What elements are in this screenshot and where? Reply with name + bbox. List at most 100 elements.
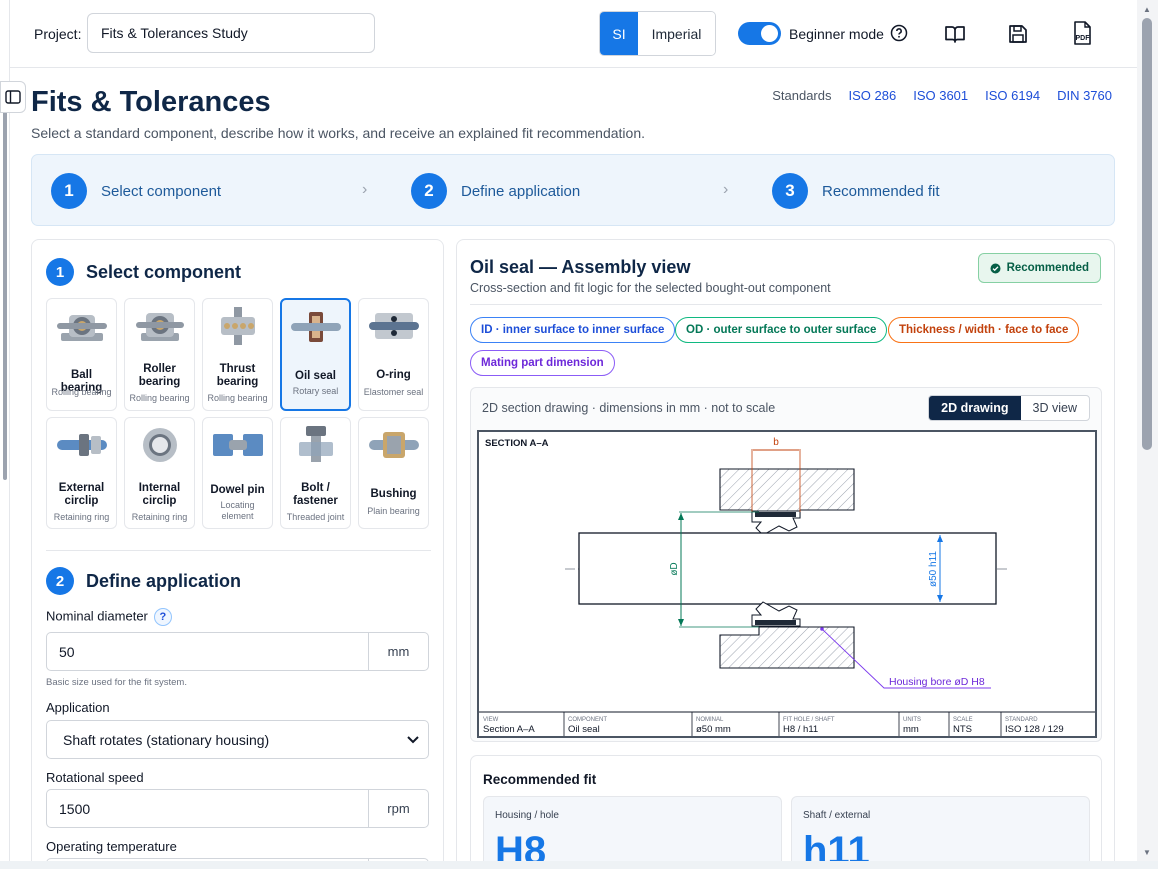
title-block-value: Section A–A [483,724,535,735]
section-label: SECTION A–A [485,438,549,449]
section-drawing-svg: SECTION A–A b øD ø50 h11 Housing bore øD… [479,437,1095,736]
title-block-head: SCALE [953,717,973,723]
rotational-speed-value[interactable]: 1500 [47,790,368,827]
view-3d-button[interactable]: 3D view [1021,396,1089,420]
tag-id[interactable]: ID · inner surface to inner surface [470,317,676,343]
bushing-icon [368,432,419,458]
hole-tolerance-card: Housing / hole H8 [483,796,782,869]
step-number: 1 [51,173,87,209]
view-2d-button[interactable]: 2D drawing [929,396,1021,420]
chevron-right-icon: › [723,181,729,198]
field-label-text: Nominal diameter [46,608,148,624]
drawing-caption: 2D section drawing · dimensions in mm · … [482,401,776,415]
title-block-head: NOMINAL [696,717,724,723]
project-name-input[interactable] [87,13,375,53]
application-label: Application [46,700,110,715]
component-type: Plain bearing [367,506,420,516]
component-card-thrust-bearing[interactable]: Thrust bearing Rolling bearing [202,298,273,411]
callout-label: Housing bore øD H8 [889,676,985,688]
component-card-dowel-pin[interactable]: Dowel pin Locating element [202,417,273,529]
help-icon[interactable] [890,24,908,42]
component-card-o-ring[interactable]: O-ring Elastomer seal [358,298,429,411]
nominal-diameter-label: Nominal diameter? [46,608,172,626]
component-type: Rolling bearing [129,393,190,403]
tag-od[interactable]: OD · outer surface to outer surface [675,317,888,343]
component-name: External circlip [58,482,105,507]
sidebar-toggle-button[interactable] [0,81,26,113]
component-name: Dowel pin [210,484,265,496]
component-card-external-circlip[interactable]: External circlip Retaining ring [46,417,117,529]
section-number: 2 [46,567,74,595]
standards-label: Standards [772,88,832,103]
component-type: Rolling bearing [207,393,268,403]
component-type: Rotary seal [292,386,339,396]
scroll-down-arrow-icon[interactable]: ▼ [1143,848,1151,857]
component-card-bushing[interactable]: Bushing Plain bearing [358,417,429,529]
ball-bearing-icon [56,315,107,341]
view-toggle: 2D drawing 3D view [928,395,1090,421]
section-drawing: SECTION A–A b øD ø50 h11 Housing bore øD… [477,430,1097,738]
title-block-head: VIEW [483,717,499,723]
standards-list: Standards ISO 286 ISO 3601 ISO 6194 DIN … [772,88,1112,103]
standard-link[interactable]: ISO 6194 [985,88,1040,103]
tag-thickness[interactable]: Thickness / width · face to face [888,317,1080,343]
section-title: Define application [86,570,242,591]
main-scrollbar[interactable]: ▲ ▼ [1137,0,1158,869]
section-number: 1 [46,258,74,286]
rotational-speed-field[interactable]: 1500 rpm [46,789,429,828]
standard-link[interactable]: ISO 3601 [913,88,968,103]
lower-housing [719,626,855,669]
hole-label: Housing / hole [495,810,559,821]
component-card-oil-seal[interactable]: Oil seal Rotary seal [280,298,351,411]
nominal-diameter-value[interactable]: 50 [47,633,368,670]
tag-mating-dimension[interactable]: Mating part dimension [470,350,615,376]
top-bar: Project: SI Imperial Beginner mode PDF [0,0,1137,68]
beginner-mode-switch[interactable] [738,22,781,45]
component-name: Internal circlip [138,482,181,507]
nominal-help-icon[interactable]: ? [153,608,172,626]
roller-bearing-icon [135,313,184,341]
detail-subtitle: Cross-section and fit logic for the sele… [470,281,831,295]
title-block-value: ISO 128 / 129 [1005,724,1064,735]
title-block-value: NTS [953,724,972,735]
external-circlip-icon [56,434,107,456]
book-icon[interactable] [943,22,967,46]
step-define-application[interactable]: 2 Define application [411,173,580,209]
scroll-up-arrow-icon[interactable]: ▲ [1143,5,1151,14]
detail-divider [470,304,1102,305]
bottom-edge [0,861,1158,869]
component-card-ball-bearing[interactable]: Ball bearing Rolling bearing [46,298,117,411]
chevron-right-icon: › [362,181,368,198]
save-icon[interactable] [1006,22,1030,46]
standard-link[interactable]: DIN 3760 [1057,88,1112,103]
component-name: Oil seal [295,370,336,382]
switch-knob [761,25,778,42]
left-scroll-thumb[interactable] [3,110,7,480]
drawing-panel: 2D section drawing · dimensions in mm · … [470,387,1102,742]
scrollbar-thumb[interactable] [1142,18,1152,450]
bolt-icon [298,426,333,462]
unit-si-button[interactable]: SI [600,12,638,55]
component-card-roller-bearing[interactable]: Roller bearing Rolling bearing [124,298,195,411]
application-value: Shaft rotates (stationary housing) [63,731,270,748]
unit-system-toggle: SI Imperial [599,11,716,56]
component-type: Locating element [220,500,255,521]
component-card-internal-circlip[interactable]: Internal circlip Retaining ring [124,417,195,529]
pdf-icon-text: PDF [1076,35,1091,42]
unit-imperial-button[interactable]: Imperial [638,12,715,55]
shaft-dimension-label: ø50 h11 [928,551,939,587]
nominal-diameter-field[interactable]: 50 mm [46,632,429,671]
standard-link[interactable]: ISO 286 [849,88,897,103]
beginner-mode-label: Beginner mode [789,26,884,42]
upper-seal-case [755,512,796,517]
title-block-head: UNITS [903,717,921,723]
application-select[interactable]: Shaft rotates (stationary housing) [46,720,429,759]
recommended-fit-card: Recommended fit Housing / hole H8 Shaft … [470,755,1102,869]
page-title: Fits & Tolerances [31,86,271,118]
step-select-component[interactable]: 1 Select component [51,173,221,209]
step-recommended-fit[interactable]: 3 Recommended fit [772,173,940,209]
component-card-bolt-fastener[interactable]: Bolt / fastener Threaded joint [280,417,351,529]
pdf-icon[interactable]: PDF [1070,20,1094,46]
sidebar-icon [5,90,21,104]
shaft-tolerance-card: Shaft / external h11 [791,796,1090,869]
